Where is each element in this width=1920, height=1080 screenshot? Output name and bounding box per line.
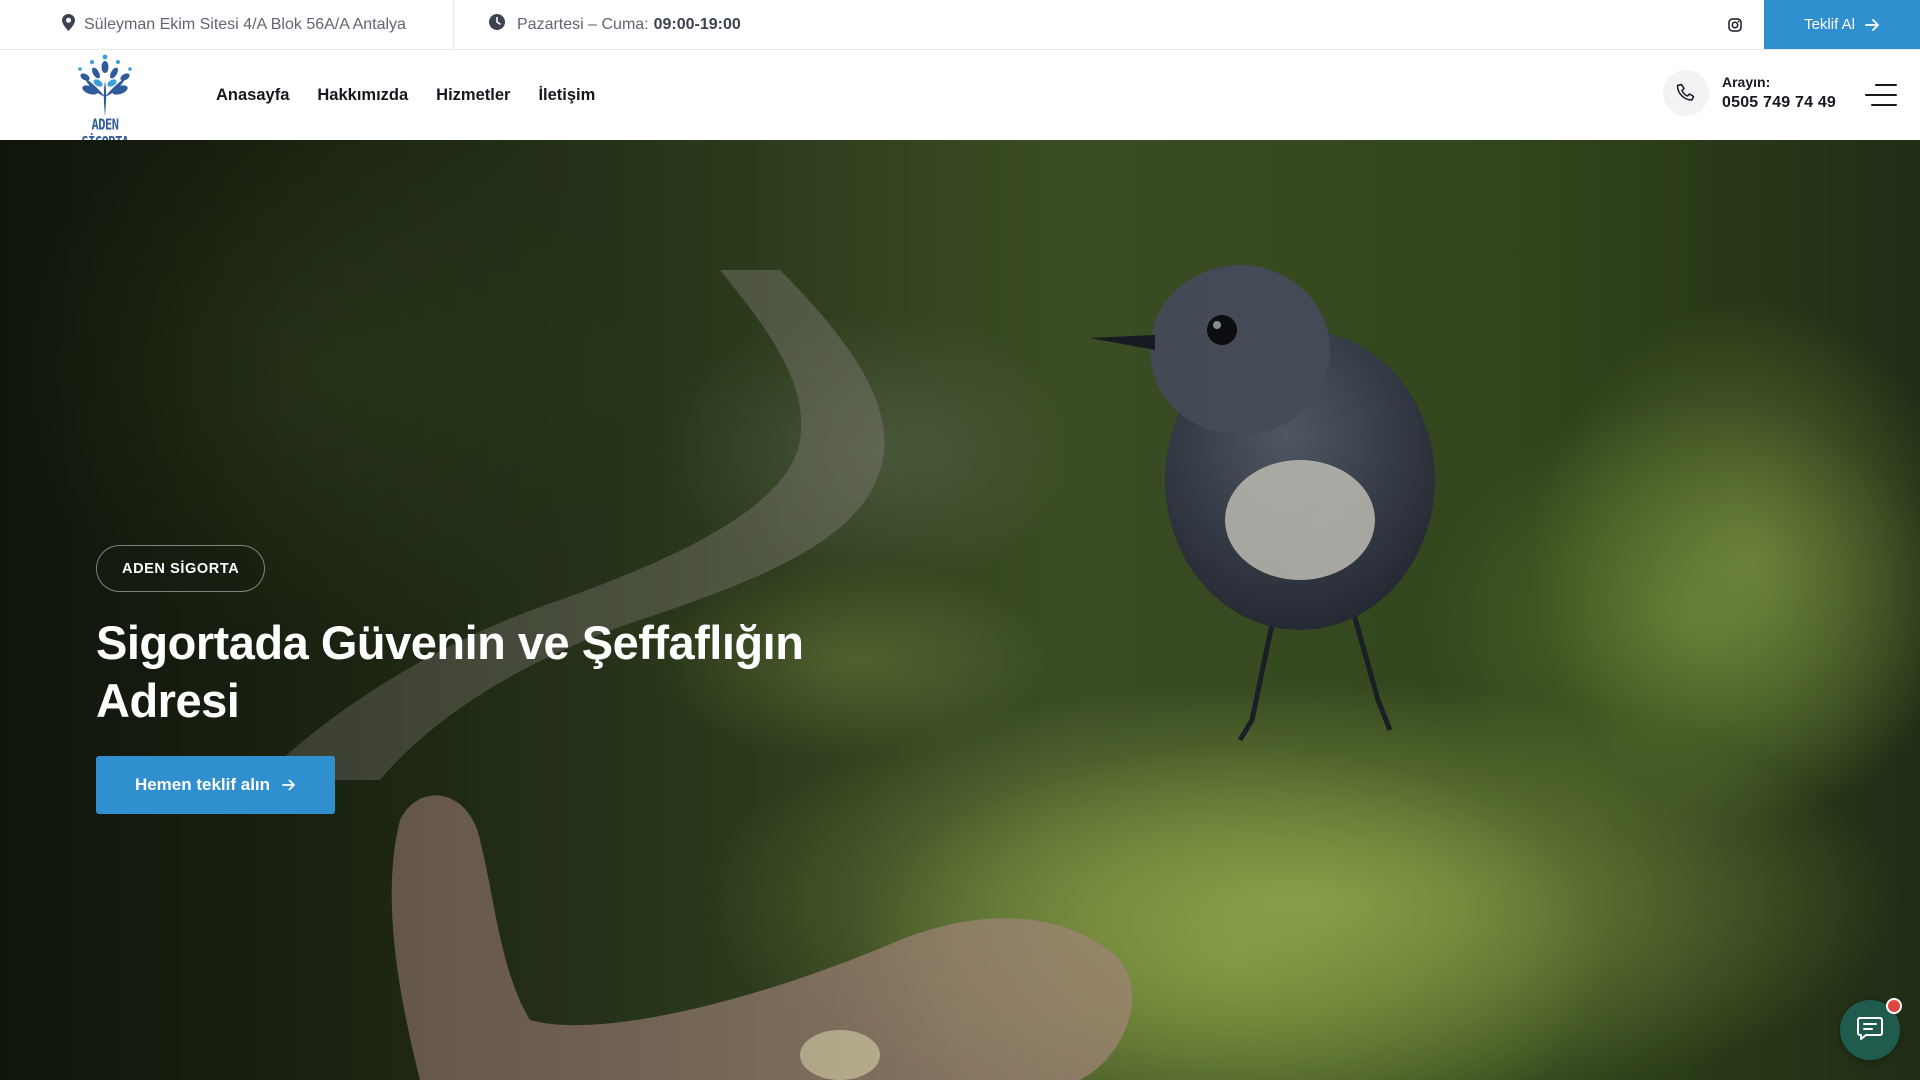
- arrow-right-icon: [1865, 18, 1880, 32]
- main-header: ADEN SİGORTA Anasayfa Hakkımızda Hizmetl…: [0, 50, 1920, 151]
- address-text: Süleyman Ekim Sitesi 4/A Blok 56A/A Anta…: [84, 15, 406, 33]
- call-label: Arayın:: [1722, 74, 1771, 90]
- hero-section: ADEN SİGORTA Sigortada Güvenin ve Şeffaf…: [0, 140, 1920, 1080]
- menu-icon[interactable]: [1865, 81, 1897, 109]
- clock-icon: [489, 14, 505, 35]
- hero-overlay: [0, 140, 1920, 1080]
- chat-icon: [1857, 1016, 1883, 1045]
- phone-number[interactable]: 0505 749 74 49: [1722, 94, 1836, 112]
- logo-tree-icon: [78, 54, 132, 117]
- working-hours: Pazartesi – Cuma: 09:00-19:00: [489, 0, 741, 49]
- hero-button-label: Hemen teklif alın: [134, 775, 271, 794]
- hero-title: Sigortada Güvenin ve Şeffaflığın Adresi: [96, 616, 804, 727]
- hero-quote-button[interactable]: Hemen teklif alın: [96, 756, 335, 814]
- nav-item-contact[interactable]: İletişim: [538, 86, 595, 105]
- hours-value: 09:00-19:00: [653, 15, 741, 33]
- phone-icon: [1663, 70, 1709, 116]
- main-nav: Anasayfa Hakkımızda Hizmetler İletişim: [216, 50, 623, 140]
- site-logo[interactable]: ADEN SİGORTA: [66, 53, 144, 151]
- hero-badge: ADEN SİGORTA: [96, 545, 266, 592]
- nav-item-services[interactable]: Hizmetler: [436, 86, 510, 105]
- chat-button[interactable]: [1840, 998, 1902, 1060]
- nav-item-about[interactable]: Hakkımızda: [317, 86, 408, 105]
- instagram-icon[interactable]: [1725, 15, 1745, 35]
- address-info: Süleyman Ekim Sitesi 4/A Blok 56A/A Anta…: [62, 0, 406, 49]
- get-quote-button[interactable]: Teklif Al: [1764, 0, 1920, 49]
- hours-label: Pazartesi – Cuma:: [517, 15, 649, 33]
- topbar-divider: [453, 0, 454, 49]
- get-quote-label: Teklif Al: [1804, 16, 1855, 33]
- location-pin-icon: [62, 13, 75, 36]
- nav-item-home[interactable]: Anasayfa: [216, 86, 289, 105]
- call-info[interactable]: Arayın: 0505 749 74 49: [1663, 70, 1836, 116]
- notification-dot: [1886, 998, 1902, 1014]
- arrow-right-icon: [282, 779, 296, 791]
- top-bar: Süleyman Ekim Sitesi 4/A Blok 56A/A Anta…: [0, 0, 1920, 50]
